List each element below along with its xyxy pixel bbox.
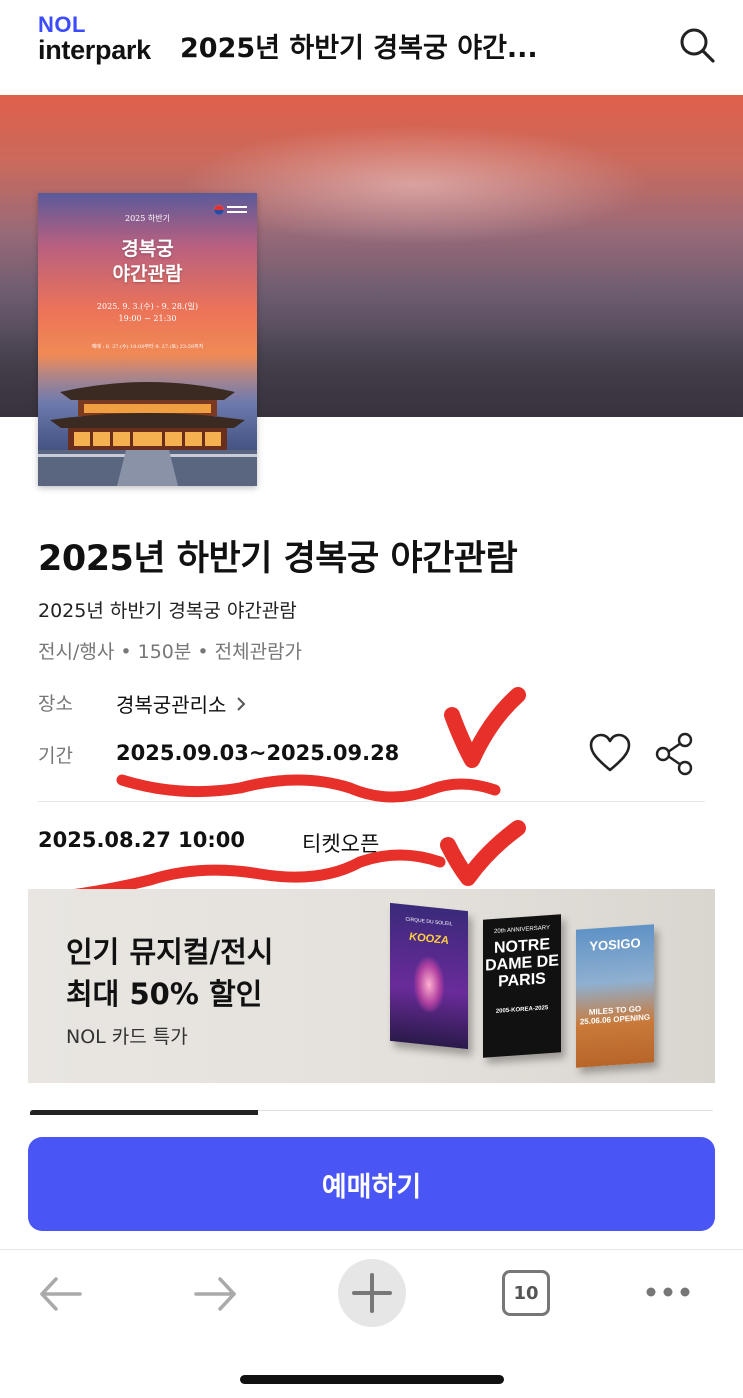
tabs-count-button[interactable]: 10 <box>502 1270 550 1316</box>
promo-card-yosigo: YOSIGO MILES TO GO 25.06.06 OPENING <box>576 924 654 1068</box>
card3-title: YOSIGO <box>589 935 641 954</box>
period-value: 2025.09.03~2025.09.28 <box>116 741 400 765</box>
poster-time: 19:00 ~ 21:30 <box>118 313 177 323</box>
poster-title: 경복궁 야간관람 <box>38 237 257 286</box>
more-options-icon[interactable] <box>645 1280 691 1304</box>
banner-subtext: NOL 카드 특가 <box>66 1026 188 1048</box>
banner-headline-1: 인기 뮤지컬/전시 <box>66 935 274 969</box>
share-icon[interactable] <box>655 732 695 776</box>
card2-title: NOTRE DAME DE PARIS <box>485 936 559 991</box>
page-title: 2025년 하반기 경복궁 야간... <box>180 33 538 64</box>
banner-headline-2: 최대 50% 할인 <box>66 977 263 1011</box>
forward-arrow-icon[interactable] <box>194 1274 238 1314</box>
poster-booking-note: 예매 : 8. 27.(수) 10:00부터 9. 27.(토) 23:59까지 <box>91 344 204 350</box>
home-indicator <box>240 1375 504 1384</box>
plus-icon <box>352 1273 392 1313</box>
event-poster[interactable]: 2025 하반기 경복궁 야간관람 2025. 9. 3.(수) - 9. 28… <box>38 193 257 486</box>
logo-nol: NOL <box>38 12 86 37</box>
card1-title: KOOZA <box>409 930 449 948</box>
poster-year: 2025 하반기 <box>125 214 170 223</box>
chevron-right-icon <box>237 696 246 711</box>
card3-sub: MILES TO GO 25.06.06 OPENING <box>579 1004 651 1027</box>
period-label: 기간 <box>38 745 73 767</box>
event-title: 2025년 하반기 경복궁 야간관람 <box>38 539 518 579</box>
red-annotation-marks <box>49 687 526 900</box>
event-meta: 전시/행사 • 150분 • 전체관람가 <box>38 641 303 663</box>
event-subtitle: 2025년 하반기 경복궁 야간관람 <box>38 600 297 622</box>
nol-interpark-logo[interactable]: NOL interpark <box>38 14 151 64</box>
search-icon[interactable] <box>678 26 716 64</box>
venue-label: 장소 <box>38 693 73 715</box>
promo-card-notre-dame: 20th ANNIVERSARY NOTRE DAME DE PARIS 200… <box>483 914 561 1058</box>
promo-card-kooza: CIRQUE DU SOLEIL KOOZA <box>390 902 468 1050</box>
card2-sub: 2005-KOREA-2025 <box>495 1005 549 1015</box>
palace-illustration <box>38 358 257 486</box>
detail-tab-active-indicator <box>30 1110 258 1115</box>
poster-date-range: 2025. 9. 3.(수) - 9. 28.(일) <box>96 302 199 311</box>
logo-interpark: interpark <box>38 35 151 65</box>
performer-figure <box>414 955 444 1014</box>
ticket-open-label: 티켓오픈 <box>302 832 380 856</box>
venue-link[interactable]: 경복궁관리소 <box>116 689 246 718</box>
heart-icon[interactable] <box>588 732 632 776</box>
section-divider <box>38 801 705 802</box>
poster-title-line1: 경복궁 <box>121 238 174 260</box>
poster-title-line2: 야간관람 <box>112 262 183 285</box>
card2-top: 20th ANNIVERSARY <box>494 925 550 935</box>
poster-dates: 2025. 9. 3.(수) - 9. 28.(일) 19:00 ~ 21:30 <box>38 301 257 324</box>
promo-banner[interactable]: 인기 뮤지컬/전시 최대 50% 할인 NOL 카드 특가 CIRQUE DU … <box>28 889 715 1083</box>
new-tab-button[interactable] <box>338 1259 406 1327</box>
book-button[interactable]: 예매하기 <box>28 1137 715 1231</box>
ticket-open-date: 2025.08.27 10:00 <box>38 828 246 852</box>
venue-name: 경복궁관리소 <box>116 693 227 717</box>
app-header: NOL interpark 2025년 하반기 경복궁 야간... <box>0 0 743 95</box>
card1-top: CIRQUE DU SOLEIL <box>405 916 453 928</box>
back-arrow-icon[interactable] <box>38 1274 82 1314</box>
